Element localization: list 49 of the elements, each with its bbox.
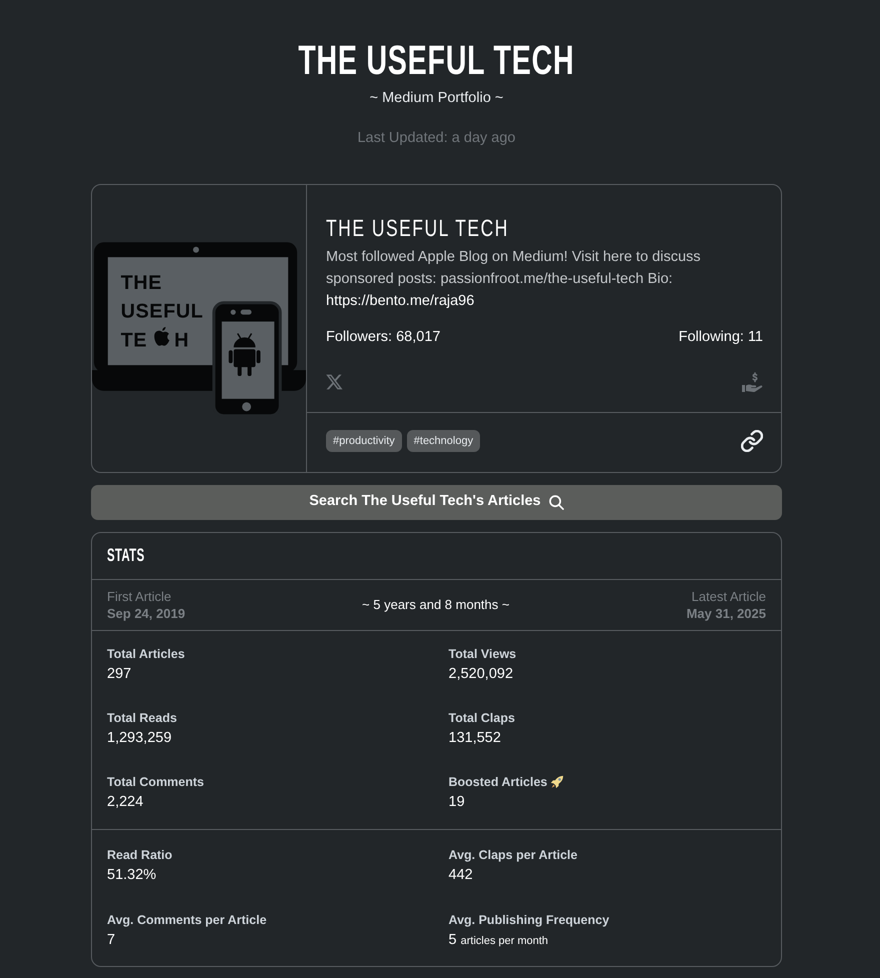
stat-label: Avg. Publishing Frequency (448, 912, 610, 929)
logo-text: USEFUL (120, 300, 204, 322)
page-title: THE USEFUL TECH (298, 36, 575, 85)
followers-count: Followers: 68,017 (326, 328, 440, 347)
stat-label: Total Claps (448, 710, 515, 727)
page-subtitle: ~ Medium Portfolio ~ (370, 89, 504, 108)
stats-title: STATS (107, 544, 145, 568)
logo-text: H (174, 329, 190, 352)
stat-value: 2,520,092 (448, 666, 514, 682)
stat-label: Total Comments (107, 774, 204, 791)
latest-article-label: Latest Article (692, 588, 766, 605)
tag[interactable]: #technology (406, 430, 480, 452)
stat-value: 1,293,259 (107, 730, 172, 746)
stat-value: 7 (107, 932, 116, 948)
blog-name: THE USEFUL TECH (326, 214, 509, 242)
search-articles-button[interactable]: Search The Useful Tech's Articles (91, 484, 782, 520)
stat-label: Total Reads (107, 710, 177, 727)
stat-label: Boosted Articles (448, 774, 548, 791)
last-updated-text: Last Updated: a day ago (357, 129, 516, 148)
logo-text: TE (120, 329, 148, 352)
bio-link[interactable]: https://bento.me/raja96 (326, 292, 474, 309)
stat-label: Total Views (448, 646, 516, 663)
stat-value: 51.32% (107, 866, 156, 883)
robot-icon (228, 332, 260, 376)
stat-unit: articles per month (460, 934, 548, 947)
first-article-label: First Article (107, 588, 172, 605)
stat-value: 131,552 (448, 730, 501, 746)
stat-label: Avg. Comments per Article (107, 912, 267, 929)
stat-value: 5 (448, 932, 457, 948)
stat-label: Avg. Claps per Article (448, 846, 578, 864)
following-count: Following: 11 (678, 328, 763, 347)
logo-text: THE (120, 272, 162, 294)
link-icon[interactable] (741, 430, 763, 452)
rocket-icon (550, 774, 564, 789)
x-logo-icon[interactable] (326, 374, 343, 390)
stat-label: Total Articles (107, 646, 185, 663)
search-icon (548, 494, 564, 510)
first-article-date: Sep 24, 2019 (107, 604, 186, 622)
apple-icon (154, 326, 170, 346)
stat-value: 442 (448, 866, 473, 883)
latest-article-date: May 31, 2025 (686, 604, 766, 622)
duration-text: ~ 5 years and 8 months ~ (362, 596, 510, 614)
stat-value: 2,224 (107, 794, 144, 810)
stat-value: 19 (448, 794, 465, 810)
tag[interactable]: #productivity (326, 430, 402, 452)
hand-dollar-icon[interactable] (741, 372, 763, 392)
blog-description: Most followed Apple Blog on Medium! Visit here to discuss sponsored posts: passionfroot.me/the-useful-tech Bio: https://bento.me/raja96 (326, 248, 702, 311)
stat-label: Read Ratio (107, 846, 172, 864)
stat-value: 297 (107, 666, 132, 682)
